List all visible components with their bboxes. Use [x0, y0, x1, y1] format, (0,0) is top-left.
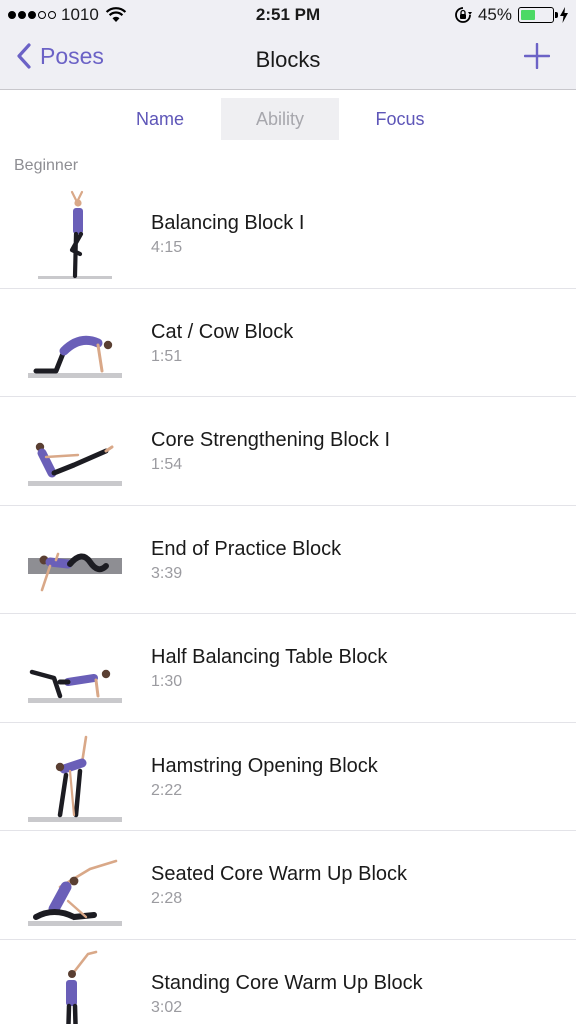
list-item[interactable]: Balancing Block I 4:15: [0, 180, 576, 289]
block-title: Standing Core Warm Up Block: [151, 971, 423, 994]
tree-pose-thumbnail: [38, 190, 112, 279]
block-duration: 2:22: [151, 781, 183, 799]
page-title: Blocks: [255, 47, 321, 72]
balancing-table-pose-thumbnail: [28, 669, 122, 703]
segment-focus[interactable]: Focus: [341, 98, 459, 140]
list-item[interactable]: Seated Core Warm Up Block 2:28: [0, 831, 576, 940]
list-item[interactable]: Cat / Cow Block 1:51: [0, 289, 576, 397]
status-right: 45%: [454, 5, 568, 25]
block-duration: 4:15: [151, 239, 183, 256]
status-bar: 1010 2:51 PM 45%: [0, 0, 576, 30]
orientation-lock-icon: [455, 7, 472, 23]
list-item[interactable]: Core Strengthening Block I 1:54: [0, 397, 576, 506]
block-title: Core Strengthening Block I: [151, 429, 391, 451]
list-item[interactable]: Standing Core Warm Up Block 3:02: [0, 940, 576, 1024]
list-item[interactable]: End of Practice Block 3:39: [0, 506, 576, 614]
list-item[interactable]: Half Balancing Table Block 1:30: [0, 614, 576, 723]
section-header: Beginner: [14, 157, 79, 174]
block-duration: 2:28: [151, 890, 183, 907]
revolved-forward-fold-pose-thumbnail: [28, 735, 122, 822]
supine-twist-pose-thumbnail: [28, 552, 122, 591]
plus-icon[interactable]: [524, 43, 550, 69]
battery-icon: [518, 7, 558, 23]
block-title: Seated Core Warm Up Block: [151, 863, 408, 885]
block-title: Half Balancing Table Block: [151, 646, 388, 668]
list-item[interactable]: Hamstring Opening Block 2:22: [0, 723, 576, 831]
block-title: Cat / Cow Block: [151, 320, 294, 343]
block-duration: 3:02: [151, 998, 183, 1016]
segment-ability[interactable]: Ability: [221, 98, 339, 140]
block-title: Balancing Block I: [151, 212, 305, 234]
navigation-bar: Poses Blocks: [0, 30, 576, 90]
seated-side-bend-pose-thumbnail: [28, 859, 122, 926]
charging-bolt-icon: [560, 7, 568, 23]
block-duration: 1:54: [151, 456, 183, 473]
block-duration: 3:39: [151, 564, 183, 582]
block-title: End of Practice Block: [151, 537, 342, 560]
boat-pose-thumbnail: [28, 442, 122, 486]
standing-side-bend-pose-thumbnail: [66, 950, 98, 1024]
segment-name[interactable]: Name: [101, 98, 219, 140]
block-title: Hamstring Opening Block: [151, 754, 378, 777]
blocks-list: Balancing Block I 4:15 Cat / Cow Block 1…: [0, 180, 576, 1024]
block-duration: 1:51: [151, 347, 183, 365]
battery-percent: 45%: [477, 5, 512, 24]
sort-segmented-control: Name Ability Focus: [0, 98, 576, 142]
cat-cow-pose-thumbnail: [28, 335, 122, 378]
block-duration: 1:30: [151, 673, 183, 690]
